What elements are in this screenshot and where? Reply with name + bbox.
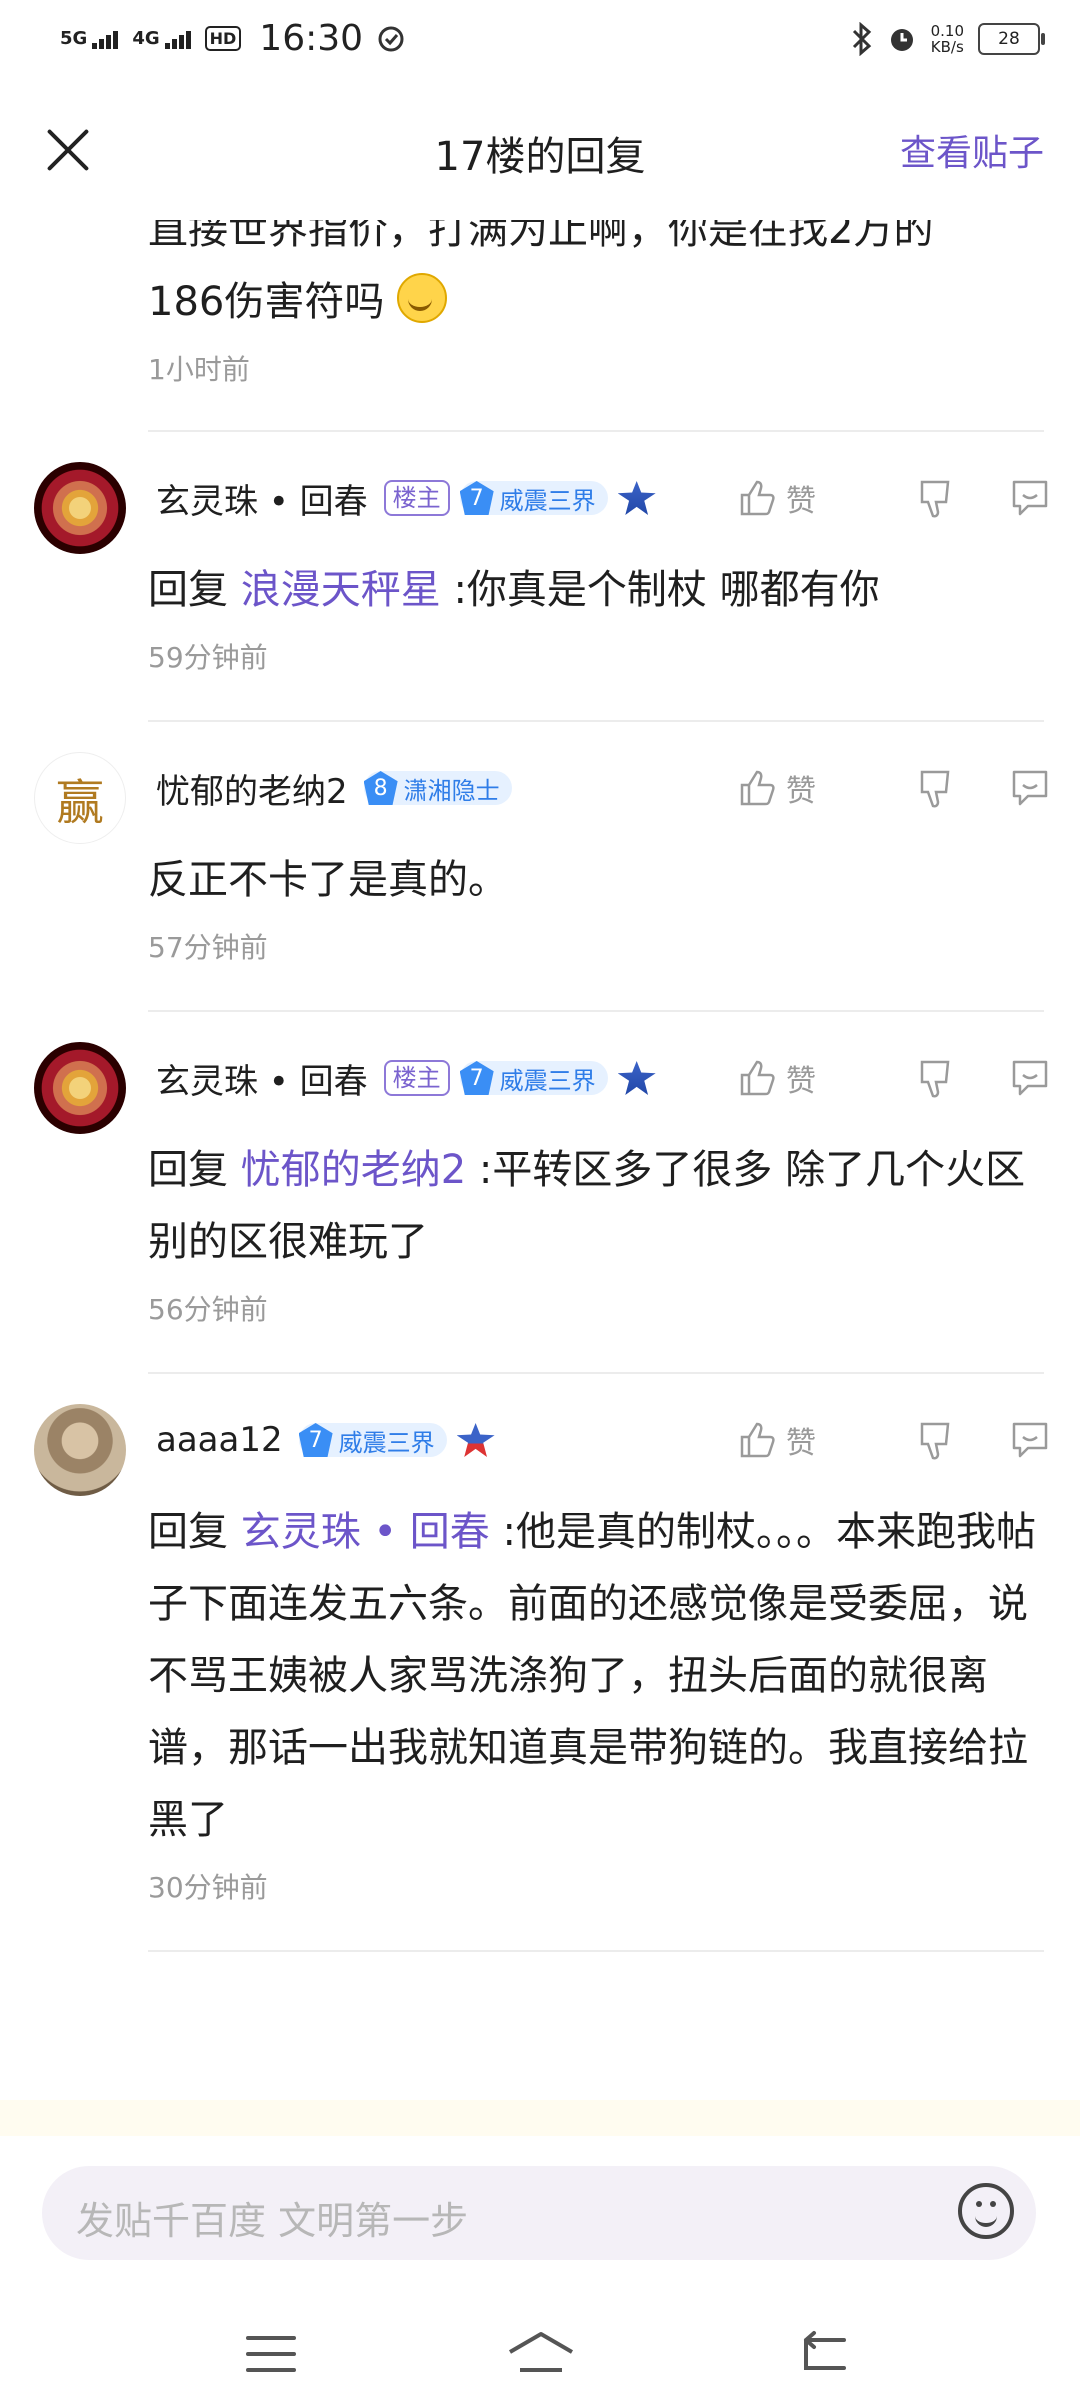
reply-text: 反正不卡了是真的。	[148, 844, 1040, 916]
avatar[interactable]	[34, 1042, 126, 1134]
reply-time: 59分钟前	[148, 641, 268, 674]
reply-text: 回复 浪漫天秤星 :你真是个制杖 哪都有你	[148, 554, 1040, 626]
back-icon[interactable]	[796, 2330, 850, 2376]
reply-input-placeholder: 发贴千百度 文明第一步	[76, 2199, 469, 2243]
level-number: 8	[363, 771, 398, 805]
level-badge: 7 威震三界	[459, 1061, 608, 1095]
bottom-panel: 发贴千百度 文明第一步	[0, 2136, 1080, 2408]
network-speed: 0.10 KB/s	[931, 23, 964, 55]
emoji-icon[interactable]	[958, 2183, 1014, 2239]
like-button[interactable]: 赞	[738, 1418, 868, 1462]
reply-input[interactable]: 发贴千百度 文明第一步	[42, 2166, 1036, 2260]
highlight-strip	[0, 2100, 1080, 2140]
like-label: 赞	[786, 774, 816, 809]
top-bar: 17楼的回复 查看贴子	[0, 84, 1080, 220]
level-number: 7	[298, 1423, 333, 1457]
reply-time: 56分钟前	[148, 1293, 268, 1326]
list-item: 玄灵珠 • 回春 楼主 7 威震三界 赞 回复 浪漫天秤星 :你真是个制杖 哪都有…	[0, 432, 1080, 720]
reply-prefix: 回复	[148, 1147, 228, 1193]
reply-body: 反正不卡了是真的。	[148, 857, 508, 903]
like-label: 赞	[786, 484, 816, 519]
reply-text-line: 186伤害符吗	[148, 279, 385, 325]
reply-time: 1小时前	[148, 353, 250, 386]
signal-5g-icon: 5G	[60, 28, 119, 49]
comment-icon[interactable]	[1008, 1056, 1052, 1100]
avatar[interactable]	[34, 462, 126, 554]
list-item: 直接世界指价，打满为止啊，你是在找2万的 186伤害符吗 1小时前	[0, 194, 1080, 430]
like-button[interactable]: 赞	[738, 766, 868, 810]
list-item: 赢 忧郁的老纳2 8 潇湘隐士 赞 反正不卡了是真的。 57分钟前	[0, 722, 1080, 1010]
list-item: 玄灵珠 • 回春 楼主 7 威震三界 赞 回复 忧郁的老纳2 :平转区多了很多 除…	[0, 1012, 1080, 1372]
rank-star-icon	[456, 1423, 495, 1457]
comment-icon[interactable]	[1008, 766, 1052, 810]
alarm-icon	[890, 29, 913, 51]
speed-unit: KB/s	[930, 38, 964, 56]
comment-icon[interactable]	[1008, 476, 1052, 520]
avatar[interactable]	[34, 1404, 126, 1496]
grin-emoji-icon	[397, 273, 448, 323]
battery-icon: 28	[978, 23, 1045, 55]
network-4g-label: 4G	[132, 28, 160, 49]
status-bar: 5G 4G HD 16:30 0.10 KB/s 28	[0, 0, 1080, 84]
bluetooth-icon	[852, 22, 871, 56]
like-label: 赞	[786, 1426, 816, 1461]
dislike-icon[interactable]	[916, 476, 960, 520]
level-title: 潇湘隐士	[403, 776, 500, 805]
reply-time: 30分钟前	[148, 1871, 268, 1904]
reply-list: 直接世界指价，打满为止啊，你是在找2万的 186伤害符吗 1小时前 玄灵珠 • …	[0, 200, 1080, 1952]
speed-value: 0.10	[930, 22, 964, 40]
reply-body: :他是真的制杖。。。本来跑我帖子下面连发五六条。前面的还感觉像是受委屈，说不骂王…	[148, 1509, 1036, 1843]
like-button[interactable]: 赞	[738, 476, 868, 520]
reply-text: 回复 忧郁的老纳2 :平转区多了很多 除了几个火区 别的区很难玩了	[148, 1134, 1040, 1278]
level-number: 7	[459, 481, 494, 515]
mention-link[interactable]: 忧郁的老纳2	[241, 1147, 466, 1193]
host-badge: 楼主	[383, 1060, 450, 1096]
status-time: 16:30	[259, 18, 364, 59]
battery-level: 28	[998, 29, 1020, 49]
menu-icon[interactable]	[246, 2336, 296, 2374]
thumbs-up-icon	[738, 768, 778, 808]
host-badge: 楼主	[383, 480, 450, 516]
level-title: 威震三界	[338, 1428, 435, 1457]
sync-icon	[378, 26, 404, 51]
system-nav-bar	[0, 2316, 1080, 2408]
level-title: 威震三界	[499, 486, 596, 515]
thumbs-up-icon	[738, 1058, 778, 1098]
username[interactable]: 玄灵珠 • 回春	[156, 474, 368, 523]
level-badge: 7 威震三界	[298, 1423, 447, 1457]
level-title: 威震三界	[499, 1066, 596, 1095]
comment-icon[interactable]	[1008, 1418, 1052, 1462]
mention-link[interactable]: 浪漫天秤星	[241, 567, 441, 613]
view-post-button[interactable]: 查看贴子	[900, 124, 1044, 176]
dislike-icon[interactable]	[916, 1418, 960, 1462]
reply-prefix: 回复	[148, 1509, 228, 1555]
username[interactable]: 玄灵珠 • 回春	[156, 1054, 368, 1103]
list-item: aaaa12 7 威震三界 赞 回复 玄灵珠 • 回春 :他是真的制杖。。。本来跑…	[0, 1374, 1080, 1950]
thumbs-up-icon	[738, 1420, 778, 1460]
level-badge: 7 威震三界	[459, 481, 608, 515]
home-icon[interactable]	[506, 2330, 576, 2378]
mention-link[interactable]: 玄灵珠 • 回春	[241, 1509, 490, 1555]
rank-star-icon	[617, 481, 656, 515]
dislike-icon[interactable]	[916, 766, 960, 810]
rank-star-icon	[617, 1061, 656, 1095]
thumbs-up-icon	[738, 478, 778, 518]
avatar-glyph: 赢	[55, 775, 104, 831]
network-5g-label: 5G	[60, 28, 88, 49]
reply-prefix: 回复	[148, 567, 228, 613]
like-label: 赞	[786, 1064, 816, 1099]
like-button[interactable]: 赞	[738, 1056, 868, 1100]
hd-voice-icon: HD	[204, 26, 242, 51]
reply-body: :你真是个制杖 哪都有你	[453, 567, 880, 613]
divider	[148, 1950, 1044, 1952]
level-number: 7	[459, 1061, 494, 1095]
dislike-icon[interactable]	[916, 1056, 960, 1100]
username[interactable]: 忧郁的老纳2	[156, 764, 348, 813]
avatar[interactable]: 赢	[34, 752, 126, 844]
level-badge: 8 潇湘隐士	[363, 771, 512, 805]
signal-4g-icon: 4G	[132, 28, 191, 49]
reply-time: 57分钟前	[148, 931, 268, 964]
reply-text: 回复 玄灵珠 • 回春 :他是真的制杖。。。本来跑我帖子下面连发五六条。前面的还…	[148, 1496, 1040, 1856]
username[interactable]: aaaa12	[156, 1420, 283, 1460]
